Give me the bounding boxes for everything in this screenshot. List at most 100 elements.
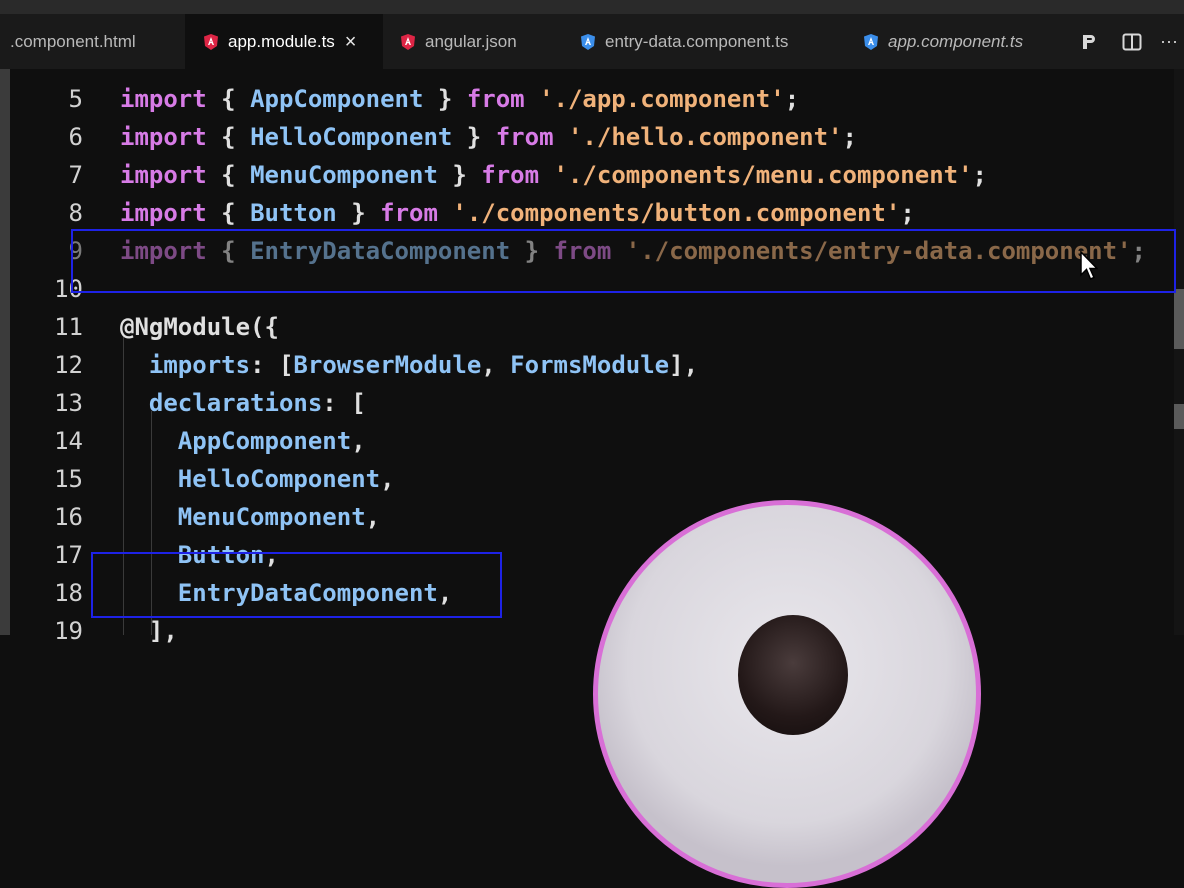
code-token: import [120, 161, 207, 189]
code-text: @NgModule({ [120, 308, 279, 346]
split-editor-button[interactable] [1122, 14, 1142, 69]
code-text: import { Button } from './components/but… [120, 194, 915, 232]
code-token: ], [669, 351, 699, 379]
code-line[interactable]: 8 import { Button } from './components/bu… [10, 194, 1184, 232]
tab-entry-data-component-ts[interactable]: entry-data.component.ts [580, 14, 788, 69]
code-text: imports: [BrowserModule, FormsModule], [120, 346, 698, 384]
line-number: 11 [54, 313, 83, 341]
scrollbar-thumb[interactable] [1174, 289, 1184, 349]
code-token: AppComponent [177, 427, 352, 455]
code-line[interactable]: 12 imports: [BrowserModule, FormsModule]… [10, 346, 1184, 384]
code-line[interactable]: 6 import { HelloComponent } from './hello… [10, 118, 1184, 156]
code-token: './components/button.component' [452, 199, 901, 227]
code-token: from [481, 161, 540, 189]
code-token: HelloComponent [177, 465, 381, 493]
mouse-cursor-icon [1080, 251, 1098, 280]
angular-component-icon [864, 33, 878, 50]
code-token: import [120, 123, 207, 151]
code-line[interactable]: 15 HelloComponent, [10, 460, 1184, 498]
angular-icon [401, 33, 415, 50]
code-text: AppComponent, [120, 422, 366, 460]
line-number: 5 [68, 85, 83, 113]
code-token: ], [120, 617, 178, 645]
tab-app-component-ts[interactable]: app.component.ts [863, 14, 1023, 69]
code-token: declarations [148, 389, 323, 417]
code-text: declarations: [ [120, 384, 366, 422]
scrollbar-thumb[interactable] [1174, 404, 1184, 429]
more-actions-button[interactable]: ··· [1160, 14, 1178, 69]
code-token: : [ [250, 351, 294, 379]
code-line[interactable]: 7 import { MenuComponent } from './compon… [10, 156, 1184, 194]
code-token: import [120, 85, 207, 113]
line-number: 17 [54, 541, 83, 569]
line-number: 8 [68, 199, 83, 227]
split-editor-icon [1122, 33, 1142, 50]
tab-label: app.module.ts [228, 31, 335, 51]
code-text: import { HelloComponent } from './hello.… [120, 118, 857, 156]
code-token: ; [900, 199, 915, 227]
webcam-overlay [593, 500, 981, 888]
code-line[interactable]: 11 @NgModule({ [10, 308, 1184, 346]
code-token: MenuComponent [250, 161, 438, 189]
code-token: @NgModule [120, 313, 251, 341]
editor-tab-bar: .component.html app.module.ts × angular.… [0, 14, 1184, 69]
code-token: from [495, 123, 554, 151]
vertical-scrollbar[interactable] [1174, 69, 1184, 635]
highlight-box-import-line [71, 229, 1176, 293]
code-token: , [481, 351, 511, 379]
line-number: 6 [68, 123, 83, 151]
code-token: { [206, 123, 251, 151]
tab-label: .component.html [10, 31, 136, 51]
title-strip [0, 0, 1184, 14]
code-token: ({ [250, 313, 279, 341]
line-number: 14 [54, 427, 83, 455]
activity-bar-edge [0, 69, 10, 635]
tab-component-html[interactable]: .component.html [0, 14, 195, 69]
code-token: { [206, 85, 251, 113]
code-token: './app.component' [539, 85, 785, 113]
code-line[interactable]: 16 MenuComponent, [10, 498, 1184, 536]
line-number: 13 [54, 389, 83, 417]
code-text: HelloComponent, [120, 460, 395, 498]
tab-label: entry-data.component.ts [605, 31, 789, 51]
code-token: } [437, 161, 482, 189]
tab-app-module-ts[interactable]: app.module.ts × [185, 14, 383, 69]
tab-angular-json[interactable]: angular.json [400, 14, 517, 69]
code-text: MenuComponent, [120, 498, 380, 536]
code-token: , [380, 465, 395, 493]
code-editor[interactable]: 5 import { AppComponent } from './app.com… [10, 69, 1184, 645]
code-token: ; [842, 123, 857, 151]
code-token: ; [784, 85, 800, 113]
code-token: } [423, 85, 467, 113]
code-token: FormsModule [510, 351, 670, 379]
preview-icon [1083, 34, 1095, 49]
code-token: HelloComponent [250, 123, 453, 151]
angular-icon [204, 33, 218, 50]
code-token: import [120, 199, 207, 227]
code-token: BrowserModule [293, 351, 482, 379]
line-number: 19 [54, 617, 83, 645]
code-token: } [452, 123, 496, 151]
tab-label: angular.json [425, 31, 517, 51]
code-text: import { MenuComponent } from './compone… [120, 156, 987, 194]
close-tab-icon[interactable]: × [345, 32, 357, 52]
angular-component-icon [581, 33, 595, 50]
highlight-box-declaration [91, 552, 502, 618]
code-line[interactable]: 14 AppComponent, [10, 422, 1184, 460]
code-token: imports [148, 351, 251, 379]
code-token: ; [972, 161, 987, 189]
code-token: Button [250, 199, 337, 227]
code-token: : [ [322, 389, 366, 417]
code-line[interactable]: 13 declarations: [ [10, 384, 1184, 422]
code-token: MenuComponent [177, 503, 366, 531]
code-line[interactable]: 5 import { AppComponent } from './app.com… [10, 80, 1184, 118]
line-number: 16 [54, 503, 83, 531]
tab-label: app.component.ts [888, 31, 1024, 51]
preview-button[interactable] [1080, 14, 1098, 69]
code-token: from [466, 85, 525, 113]
